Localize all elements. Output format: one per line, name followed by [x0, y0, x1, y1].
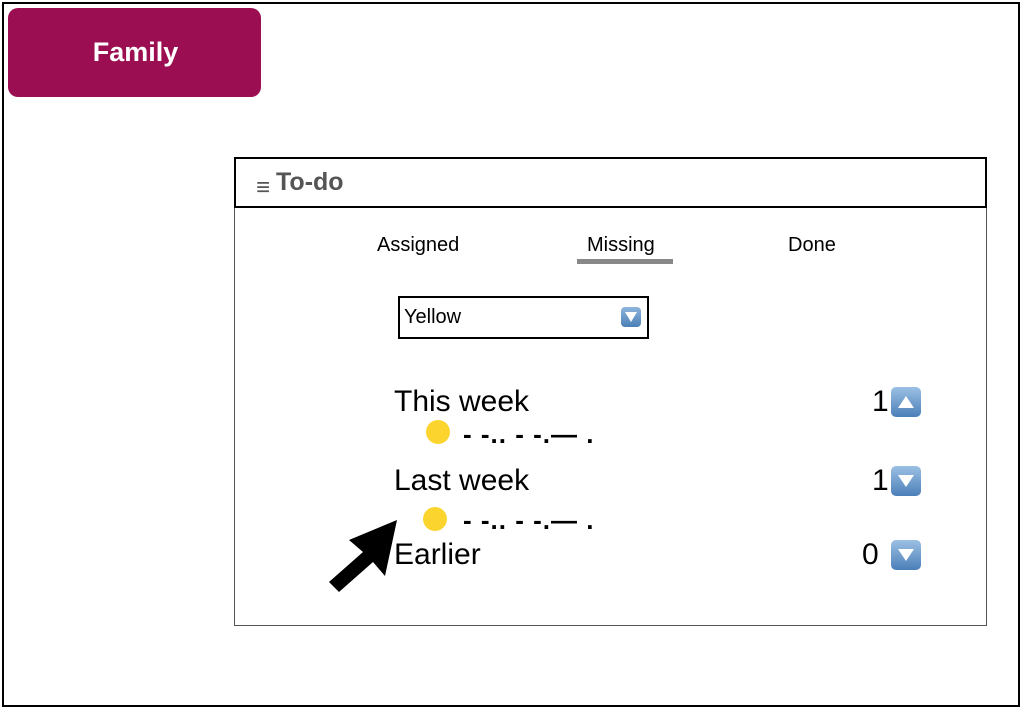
group-label-last-week: Last week [394, 464, 530, 497]
todo-item-last-week[interactable]: - -.. - -.— . [463, 505, 594, 536]
tab-missing[interactable]: Missing [587, 234, 655, 257]
tab-missing-underline [577, 259, 673, 264]
chevron-up-icon[interactable] [891, 387, 921, 417]
color-filter-value: Yellow [404, 306, 462, 328]
chevron-down-icon[interactable] [891, 466, 921, 496]
dropdown-arrow-icon[interactable] [621, 307, 641, 327]
yellow-dot-icon [423, 507, 447, 531]
family-button-label: Family [92, 37, 179, 67]
todo-item-this-week[interactable]: - -.. - -.— . [463, 419, 594, 450]
group-count-earlier: 0 [862, 538, 879, 571]
todo-title: To-do [276, 168, 344, 196]
yellow-dot-icon [426, 420, 450, 444]
tab-done[interactable]: Done [788, 234, 836, 257]
group-count-this-week: 1 [872, 385, 889, 418]
group-count-last-week: 1 [872, 464, 889, 497]
todo-header: ≡ To-do [234, 157, 987, 208]
mouse-pointer-icon [325, 516, 405, 599]
group-label-earlier: Earlier [394, 538, 481, 571]
family-button[interactable]: Family [8, 8, 261, 97]
hamburger-icon[interactable]: ≡ [256, 175, 270, 200]
tab-assigned[interactable]: Assigned [377, 234, 459, 257]
chevron-down-icon[interactable] [891, 540, 921, 570]
group-label-this-week: This week [394, 385, 530, 418]
color-filter-select[interactable]: Yellow [398, 296, 649, 339]
